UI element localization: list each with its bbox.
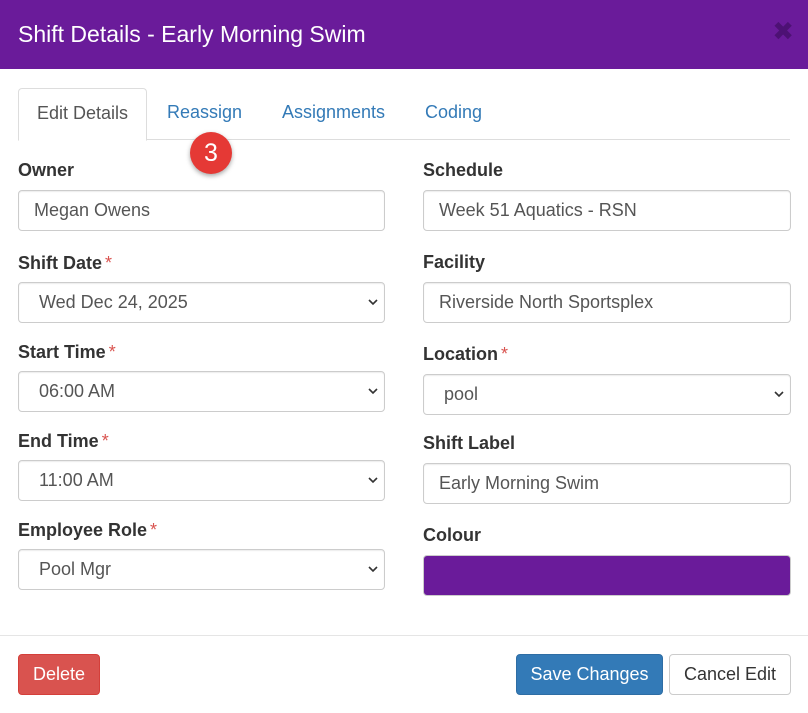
reassign-count-badge: 3	[190, 132, 232, 174]
required-marker: *	[150, 520, 158, 540]
tab-edit-details[interactable]: Edit Details	[18, 88, 148, 141]
required-marker: *	[105, 253, 113, 273]
location-select[interactable]: pool	[423, 374, 791, 415]
required-marker: *	[108, 342, 116, 362]
shift-label-label: Shift Label	[423, 433, 516, 453]
footer-divider	[0, 635, 808, 636]
location-label: Location *	[423, 344, 509, 364]
chevron-down-icon	[368, 477, 378, 484]
employee-role-select[interactable]: Pool Mgr	[18, 549, 385, 590]
schedule-label: Schedule	[423, 160, 504, 180]
colour-picker[interactable]	[423, 555, 791, 596]
tab-coding[interactable]: Coding	[407, 88, 500, 140]
modal-header: Shift Details - Early Morning Swim ✖	[0, 0, 808, 69]
cancel-edit-button[interactable]: Cancel Edit	[669, 654, 791, 695]
shift-date-value: Wed Dec 24, 2025	[39, 292, 188, 312]
chevron-down-icon	[368, 388, 378, 395]
tab-assignments[interactable]: Assignments	[264, 88, 403, 140]
chevron-down-icon	[368, 299, 378, 306]
save-changes-button[interactable]: Save Changes	[516, 654, 663, 695]
facility-label: Facility	[423, 252, 486, 272]
start-time-value: 06:00 AM	[39, 381, 116, 401]
required-marker: *	[101, 431, 109, 451]
shift-label-field[interactable]: Early Morning Swim	[423, 463, 791, 504]
close-icon[interactable]: ✖	[772, 17, 794, 45]
end-time-select[interactable]: 11:00 AM	[18, 460, 385, 501]
shift-date-select[interactable]: Wed Dec 24, 2025	[18, 282, 385, 323]
tab-bar: Edit Details Reassign Assignments Coding	[18, 88, 790, 141]
employee-role-value: Pool Mgr	[39, 559, 112, 579]
schedule-field[interactable]: Week 51 Aquatics - RSN	[423, 190, 791, 231]
delete-button[interactable]: Delete	[18, 654, 100, 695]
owner-field[interactable]: Megan Owens	[18, 190, 385, 231]
required-marker: *	[501, 344, 509, 364]
location-value: pool	[444, 384, 479, 404]
shift-date-label: Shift Date *	[18, 253, 113, 273]
colour-label: Colour	[423, 525, 481, 545]
chevron-down-icon	[368, 566, 378, 573]
facility-field[interactable]: Riverside North Sportsplex	[423, 282, 791, 323]
owner-label: Owner	[18, 160, 75, 180]
start-time-select[interactable]: 06:00 AM	[18, 371, 385, 412]
modal-title: Shift Details - Early Morning Swim	[18, 21, 366, 47]
start-time-label: Start Time *	[18, 342, 116, 362]
chevron-down-icon	[774, 391, 784, 398]
end-time-label: End Time *	[18, 431, 109, 451]
end-time-value: 11:00 AM	[39, 470, 114, 490]
employee-role-label: Employee Role *	[18, 520, 158, 540]
